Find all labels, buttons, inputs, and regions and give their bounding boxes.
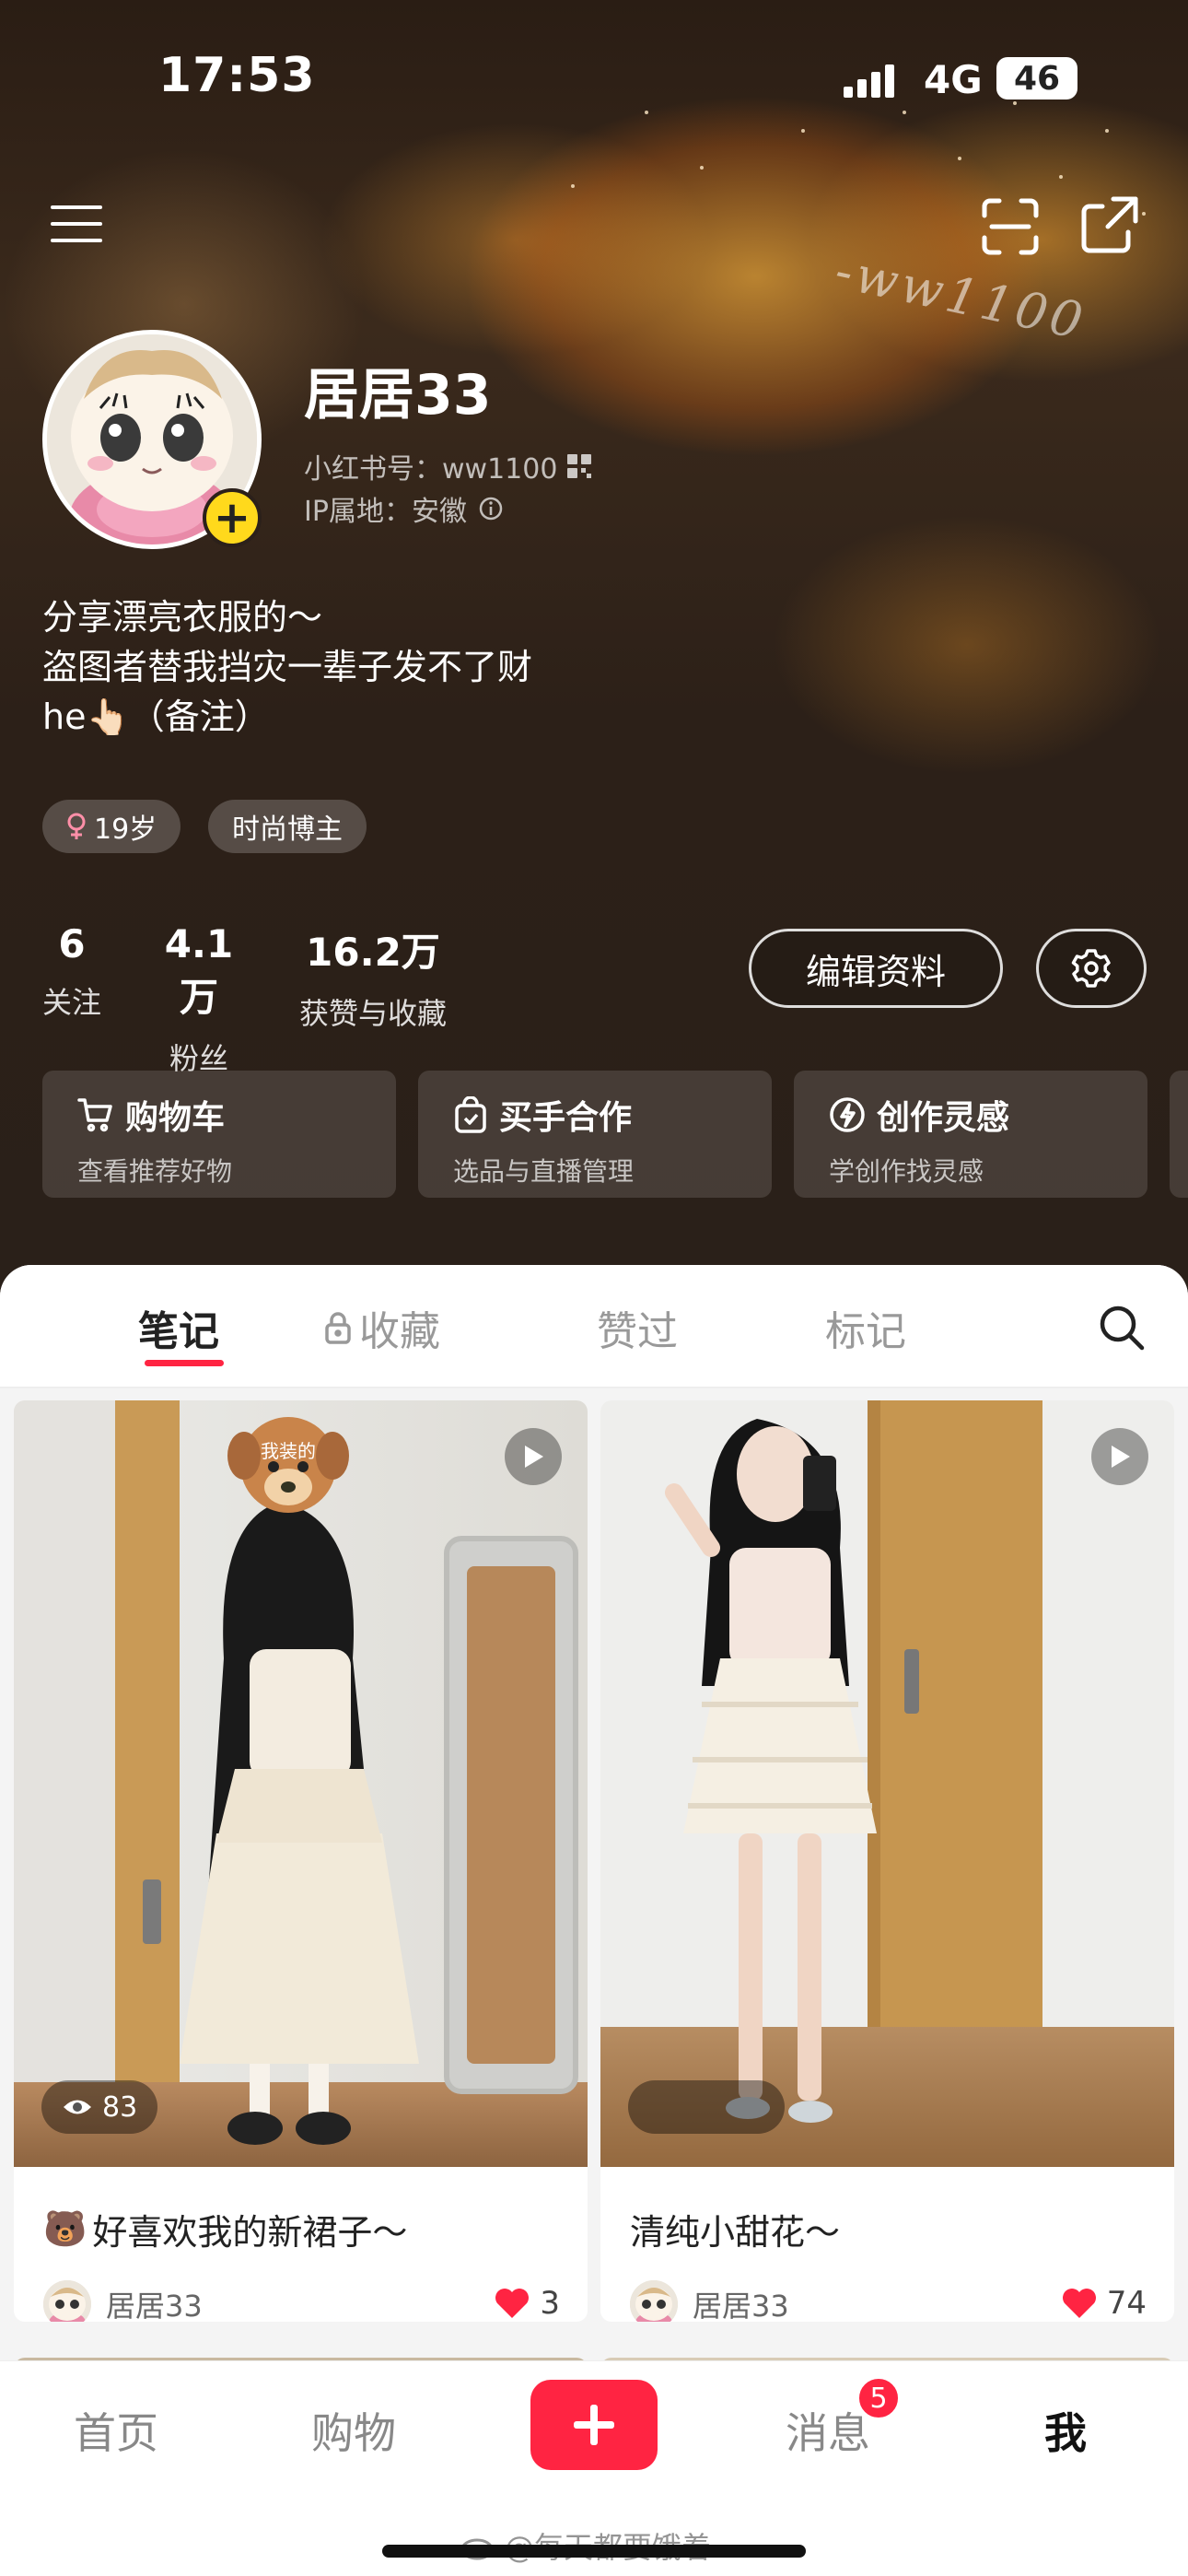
note-author[interactable]: 居居33 (630, 2280, 789, 2322)
info-icon[interactable] (478, 496, 504, 521)
buyer-subtitle: 选品与直播管理 (453, 1156, 635, 1187)
cart-subtitle: 查看推荐好物 (77, 1156, 233, 1187)
home-indicator[interactable] (382, 2545, 806, 2558)
view-count: 83 (102, 2090, 138, 2124)
idea-subtitle: 学创作找灵感 (829, 1156, 984, 1187)
heart-icon (1062, 2289, 1096, 2318)
settings-button[interactable] (1036, 929, 1147, 1008)
add-avatar-button[interactable]: + (203, 488, 262, 547)
note-title-text: 好喜欢我的新裙子～ (92, 2212, 408, 2253)
like-count: 74 (1106, 2285, 1147, 2322)
idea-title: 创作灵感 (877, 1099, 1010, 1137)
background-handwriting: -ww1100 (830, 240, 1091, 352)
author-name: 居居33 (106, 2289, 203, 2322)
ip-location: IP属地：安徽 (304, 488, 504, 529)
tab-notes[interactable]: 笔记 (138, 1298, 219, 1357)
shopping-cart-card[interactable]: 购物车 查看推荐好物 (42, 1071, 396, 1198)
following-label: 关注 (42, 985, 102, 1020)
bio-line: 盗图者替我挡灾一辈子发不了财 (42, 647, 533, 687)
search-icon[interactable] (1096, 1302, 1147, 1353)
author-avatar (43, 2280, 91, 2322)
likes-collects-count: 16.2万 (306, 930, 440, 975)
gear-icon (1071, 949, 1111, 988)
tab-collections[interactable]: 收藏 (324, 1298, 440, 1357)
author-avatar (630, 2280, 678, 2322)
note-author[interactable]: 居居33 (43, 2280, 203, 2322)
like-button[interactable]: 74 (1061, 2285, 1147, 2322)
cart-icon (77, 1098, 112, 1132)
ip-location-text: IP属地：安徽 (304, 496, 467, 528)
scan-icon[interactable] (980, 196, 1041, 257)
age-tag: 19岁 (42, 800, 181, 853)
lightning-icon (830, 1097, 865, 1132)
cart-title: 购物车 (125, 1099, 226, 1137)
status-time: 17:53 (158, 48, 316, 103)
share-icon[interactable] (1079, 194, 1140, 255)
note-card[interactable]: 清纯小甜花～ 居居33 74 (600, 1400, 1174, 2322)
lock-icon (325, 1312, 351, 1344)
note-cover-image[interactable]: 我装的 83 (14, 1400, 588, 2167)
tab-marked[interactable]: 标记 (825, 1298, 906, 1357)
note-title-text: 清纯小甜花～ (630, 2212, 841, 2253)
profile-tabs: 笔记 收藏 赞过 标记 (0, 1265, 1188, 1388)
female-icon (67, 813, 86, 839)
signal-icon (844, 64, 895, 98)
tab-liked[interactable]: 赞过 (597, 1298, 678, 1357)
view-count-badge (628, 2080, 785, 2134)
qrcode-icon (567, 454, 592, 478)
xhs-id[interactable]: 小红书号：ww1100 (304, 446, 592, 486)
edit-profile-button[interactable]: 编辑资料 (749, 929, 1003, 1008)
like-count: 3 (540, 2285, 560, 2322)
tab-collections-label: 收藏 (359, 1308, 440, 1355)
bio-line: he👆🏻（备注） (42, 697, 270, 737)
creative-inspiration-card[interactable]: 创作灵感 学创作找灵感 (794, 1071, 1147, 1198)
likes-collects-stat[interactable]: 16.2万 获赞与收藏 (295, 921, 451, 1033)
likes-collects-label: 获赞与收藏 (298, 996, 447, 1031)
publish-button[interactable] (530, 2380, 658, 2470)
xhs-id-text: 小红书号：ww1100 (304, 453, 558, 486)
view-count-badge: 83 (41, 2080, 158, 2134)
note-cover-image[interactable] (600, 1400, 1174, 2167)
heart-icon (495, 2289, 530, 2318)
network-type: 4G (924, 57, 983, 102)
note-title[interactable]: 🐻 好喜欢我的新裙子～ (43, 2204, 407, 2254)
nav-shopping[interactable]: 购物 (311, 2400, 396, 2461)
username: 居居33 (304, 363, 492, 427)
like-button[interactable]: 3 (494, 2285, 560, 2322)
fans-count: 4.1万 (164, 921, 234, 1020)
bio-line: 分享漂亮衣服的～ (42, 597, 323, 638)
active-tab-indicator (145, 1360, 224, 1366)
note-card[interactable]: 我装的 83 🐻 好喜欢我的新裙子～ 居居33 3 (14, 1400, 588, 2322)
eye-icon (64, 2100, 91, 2114)
nav-me[interactable]: 我 (1044, 2400, 1087, 2461)
fans-stat[interactable]: 4.1万 粉丝 (149, 921, 249, 1078)
age-text: 19岁 (94, 814, 157, 846)
nav-home[interactable]: 首页 (74, 2400, 158, 2461)
profile-header: -ww1100 17:53 4G 46 + 居居33 小红书号：ww1100 I… (0, 0, 1188, 1308)
battery-indicator: 46 (996, 57, 1077, 100)
message-count-badge: 5 (856, 2376, 901, 2420)
more-tools-card[interactable] (1170, 1071, 1188, 1198)
shopping-bag-icon (455, 1096, 486, 1133)
video-play-icon (1091, 1428, 1148, 1485)
bear-emoji: 🐻 (43, 2208, 87, 2249)
following-stat[interactable]: 6 关注 (42, 921, 101, 1022)
buyer-title: 买手合作 (499, 1099, 633, 1137)
author-name: 居居33 (693, 2289, 789, 2322)
note-title[interactable]: 清纯小甜花～ (630, 2204, 840, 2254)
face-sticker-text: 我装的 (261, 1440, 316, 1462)
bio: 分享漂亮衣服的～ 盗图者替我挡灾一辈子发不了财 he👆🏻（备注） (42, 592, 532, 742)
menu-icon[interactable] (46, 198, 107, 250)
plus-icon (574, 2405, 614, 2445)
buyer-cooperation-card[interactable]: 买手合作 选品与直播管理 (418, 1071, 772, 1198)
following-count: 6 (58, 921, 86, 966)
nav-messages[interactable]: 消息 (786, 2400, 870, 2461)
role-tag: 时尚博主 (208, 800, 367, 853)
video-play-icon (505, 1428, 562, 1485)
